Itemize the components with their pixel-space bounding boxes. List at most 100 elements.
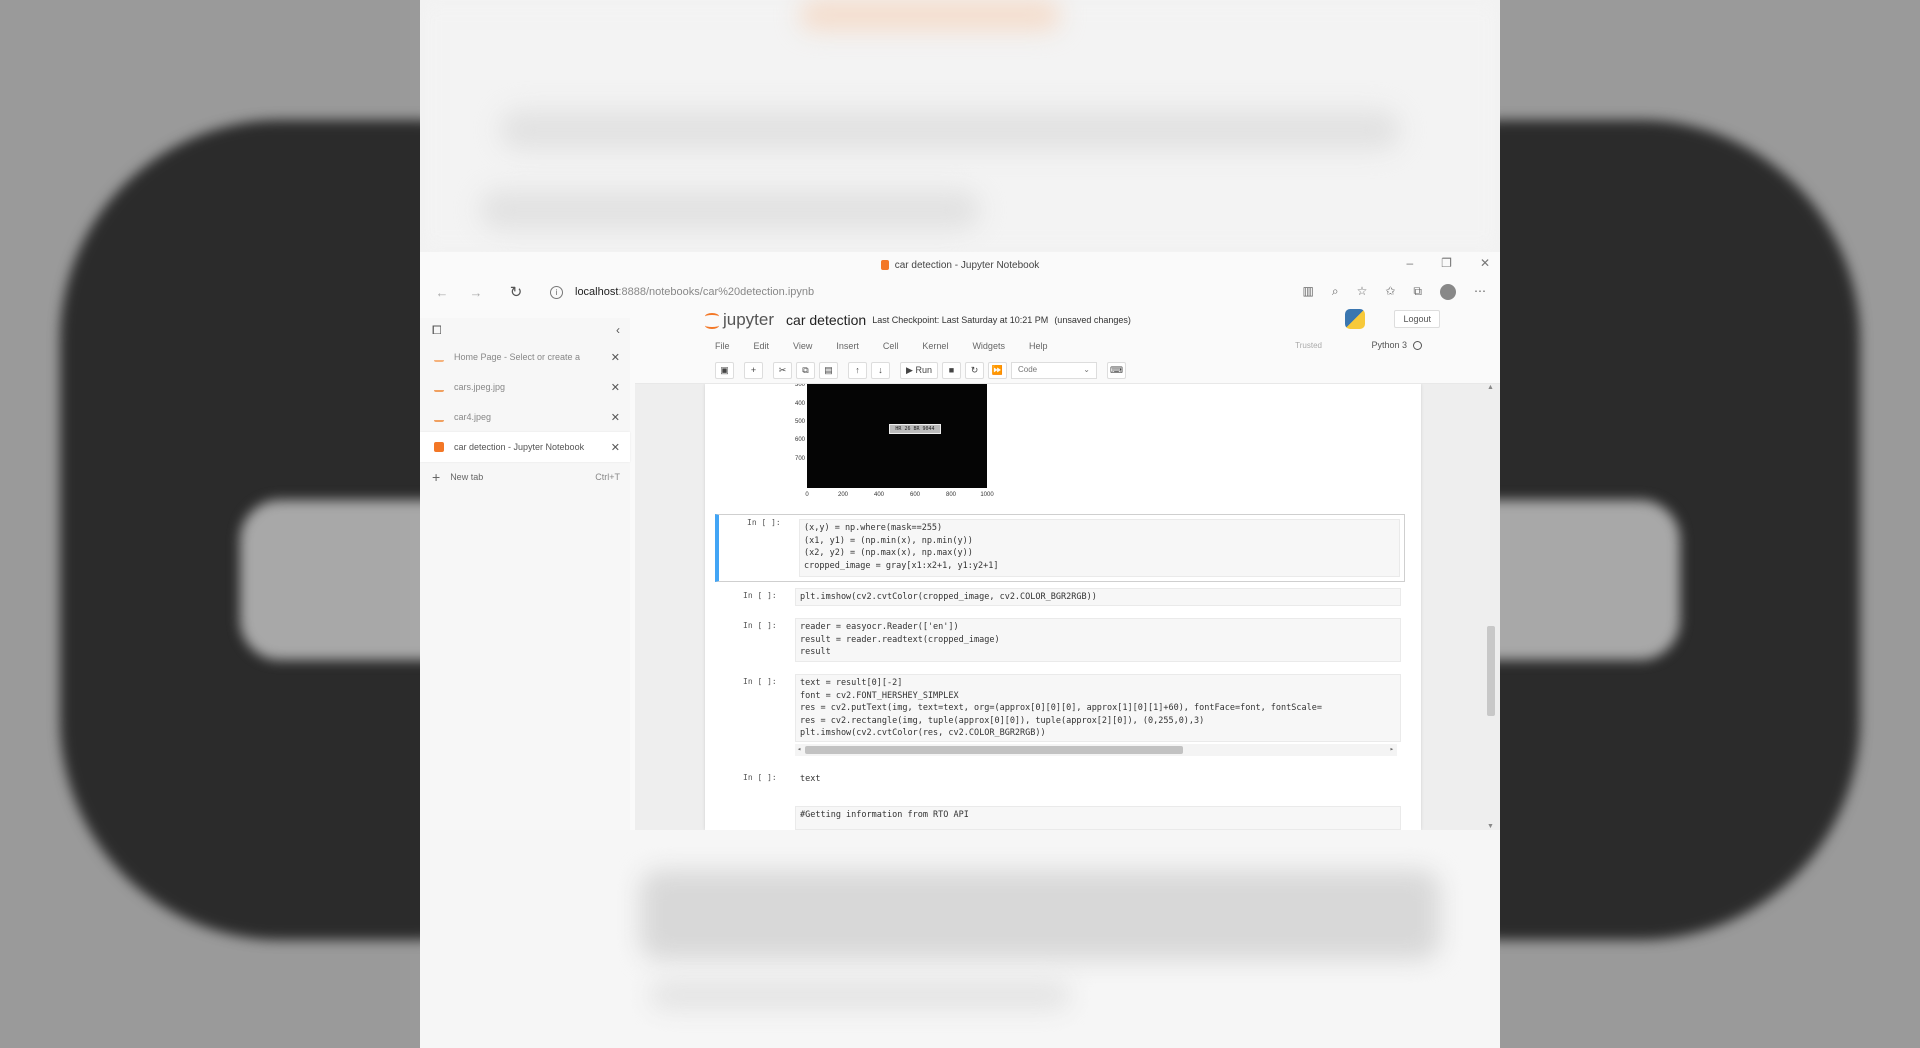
favorites-icon[interactable]: ✩ <box>1385 284 1395 300</box>
site-info-icon[interactable]: i <box>550 285 563 299</box>
command-palette-icon[interactable]: ⌨ <box>1107 362 1126 379</box>
code-line: res = cv2.rectangle(img, tuple(approx[0]… <box>800 715 1205 726</box>
jupyter-notebook: jupyter car detection Last Checkpoint: L… <box>635 306 1500 830</box>
jupyter-logo-icon <box>705 310 719 330</box>
menu-cell[interactable]: Cell <box>883 341 899 351</box>
logout-button[interactable]: Logout <box>1394 310 1440 328</box>
code-editor[interactable]: (x,y) = np.where(mask==255) (x1, y1) = (n… <box>799 519 1400 577</box>
close-tab-icon[interactable]: ✕ <box>611 351 620 364</box>
insert-cell-icon[interactable]: + <box>744 362 763 379</box>
zoom-icon[interactable]: ⌕ <box>1332 284 1339 300</box>
minimize-icon[interactable]: – <box>1406 256 1413 270</box>
menu-edit[interactable]: Edit <box>754 341 770 351</box>
code-line: text = result[0][-2] <box>800 678 903 688</box>
move-up-icon[interactable]: ↑ <box>848 362 867 379</box>
profile-avatar[interactable] <box>1440 284 1456 300</box>
code-editor[interactable]: reader = easyocr.Reader(['en']) result = … <box>795 618 1401 662</box>
tab-actions-icon[interactable]: ⧠ <box>432 323 442 338</box>
kernel-name: Python 3 <box>1371 340 1407 350</box>
collapse-panel-icon[interactable]: ‹ <box>616 323 620 337</box>
vertical-tabs-panel: ⧠ ‹ Home Page - Select or create a ✕ car… <box>420 318 630 830</box>
tab-cars-jpeg[interactable]: cars.jpeg.jpg ✕ <box>420 372 630 402</box>
scroll-thumb[interactable] <box>1487 626 1495 716</box>
tab-title: Home Page - Select or create a <box>454 352 581 362</box>
url-field[interactable]: i localhost :8888/notebooks/car%20detect… <box>550 285 815 299</box>
cell-type-select[interactable]: Code ⌄ <box>1011 362 1097 379</box>
x-tick: 0 <box>805 492 809 498</box>
code-editor[interactable]: text = result[0][-2] font = cv2.FONT_HERS… <box>795 674 1401 742</box>
move-down-icon[interactable]: ↓ <box>871 362 890 379</box>
jupyter-menubar: File Edit View Insert Cell Kernel Widget… <box>635 334 1500 358</box>
scroll-right-icon[interactable]: ▸ <box>1390 745 1394 753</box>
fast-forward-icon[interactable]: ⏩ <box>988 362 1007 379</box>
x-tick: 600 <box>909 492 920 498</box>
license-plate-text: HR 26 BR 9044 <box>889 424 941 434</box>
vertical-scrollbar[interactable]: ▲ ▼ <box>1486 384 1496 830</box>
paste-icon[interactable]: ▤ <box>819 362 838 379</box>
code-line: result = reader.readtext(cropped_image) <box>800 634 1000 645</box>
code-cell[interactable]: In [ ]: plt.imshow(cv2.cvtColor(cropped_… <box>715 588 1405 610</box>
refresh-icon[interactable]: ↻ <box>506 283 526 301</box>
restart-icon[interactable]: ↻ <box>965 362 984 379</box>
new-tab-label: New tab <box>450 472 484 482</box>
tab-car4-jpeg[interactable]: car4.jpeg ✕ <box>420 402 630 432</box>
run-label: Run <box>915 365 932 375</box>
menu-file[interactable]: File <box>715 341 730 351</box>
cut-icon[interactable]: ✂ <box>773 362 792 379</box>
code-line: (x1, y1) = (np.min(x), np.min(y)) <box>804 535 973 546</box>
notebook-container: HR 26 BR 9044 300 400 500 600 700 0 200 … <box>705 384 1421 830</box>
code-line: plt.imshow(cv2.cvtColor(res, cv2.COLOR_B… <box>800 728 1046 739</box>
close-icon[interactable]: ✕ <box>1480 256 1490 270</box>
stop-icon[interactable]: ■ <box>942 362 961 379</box>
new-tab-button[interactable]: + New tab Ctrl+T <box>420 462 630 492</box>
scroll-up-icon[interactable]: ▲ <box>1487 384 1494 391</box>
kernel-indicator: Python 3 <box>1371 340 1422 350</box>
reader-view-icon[interactable]: ▥ <box>1303 284 1314 300</box>
menu-help[interactable]: Help <box>1029 341 1048 351</box>
code-line: result <box>800 647 831 658</box>
code-cell[interactable]: In [ ]: text <box>715 770 1405 792</box>
scroll-left-icon[interactable]: ◂ <box>797 745 801 753</box>
checkpoint-text: Last Checkpoint: Last Saturday at 10:21 … <box>872 315 1049 325</box>
code-cell[interactable]: #Getting information from RTO API <box>715 800 1405 830</box>
code-cell[interactable]: In [ ]: text = result[0][-2] font = cv2.F… <box>715 674 1405 760</box>
code-editor[interactable]: plt.imshow(cv2.cvtColor(cropped_image, c… <box>795 588 1401 606</box>
tab-car-detection[interactable]: car detection - Jupyter Notebook ✕ <box>420 432 630 462</box>
close-tab-icon[interactable]: ✕ <box>611 441 620 454</box>
code-cell-selected[interactable]: In [ ]: (x,y) = np.where(mask==255) (x1, … <box>715 514 1405 582</box>
copy-icon[interactable]: ⧉ <box>796 362 815 379</box>
back-icon[interactable]: ← <box>432 285 452 300</box>
jupyter-logo[interactable]: jupyter <box>705 310 774 330</box>
code-line: plt.imshow(cv2.cvtColor(cropped_image, c… <box>800 592 1097 602</box>
run-button[interactable]: ▶ Run <box>900 362 938 379</box>
menu-insert[interactable]: Insert <box>836 341 859 351</box>
add-favorite-icon[interactable]: ☆ <box>1357 284 1368 300</box>
save-icon[interactable]: ▣ <box>715 362 734 379</box>
code-cell[interactable]: In [ ]: reader = easyocr.Reader(['en']) r… <box>715 618 1405 664</box>
scroll-thumb[interactable] <box>805 746 1183 754</box>
close-tab-icon[interactable]: ✕ <box>611 381 620 394</box>
code-line: reader = easyocr.Reader(['en']) <box>800 622 959 632</box>
menu-view[interactable]: View <box>793 341 812 351</box>
trusted-indicator[interactable]: Trusted <box>1295 341 1322 350</box>
x-tick: 200 <box>837 492 848 498</box>
collections-icon[interactable]: ⧉ <box>1413 284 1422 300</box>
menu-kernel[interactable]: Kernel <box>922 341 948 351</box>
restore-icon[interactable]: ❐ <box>1441 256 1452 270</box>
code-editor[interactable]: text <box>795 770 1401 788</box>
url-path: :8888/notebooks/car%20detection.ipynb <box>618 286 815 298</box>
kernel-idle-icon <box>1413 340 1422 350</box>
more-icon[interactable]: ⋯ <box>1474 284 1486 300</box>
close-tab-icon[interactable]: ✕ <box>611 411 620 424</box>
cell-prompt: In [ ]: <box>743 591 777 600</box>
menu-widgets[interactable]: Widgets <box>972 341 1005 351</box>
notebook-name[interactable]: car detection <box>786 312 866 328</box>
address-bar: ← → ↻ i localhost :8888/notebooks/car%20… <box>420 278 1500 306</box>
scroll-down-icon[interactable]: ▼ <box>1487 823 1494 830</box>
forward-icon[interactable]: → <box>466 285 486 300</box>
tab-home-page[interactable]: Home Page - Select or create a ✕ <box>420 342 630 372</box>
horizontal-scrollbar[interactable]: ◂ ▸ <box>795 744 1397 756</box>
cell-prompt: In [ ]: <box>747 518 781 527</box>
checkpoint-status: Last Checkpoint: Last Saturday at 10:21 … <box>872 315 1131 325</box>
code-editor[interactable]: #Getting information from RTO API <box>795 806 1401 830</box>
